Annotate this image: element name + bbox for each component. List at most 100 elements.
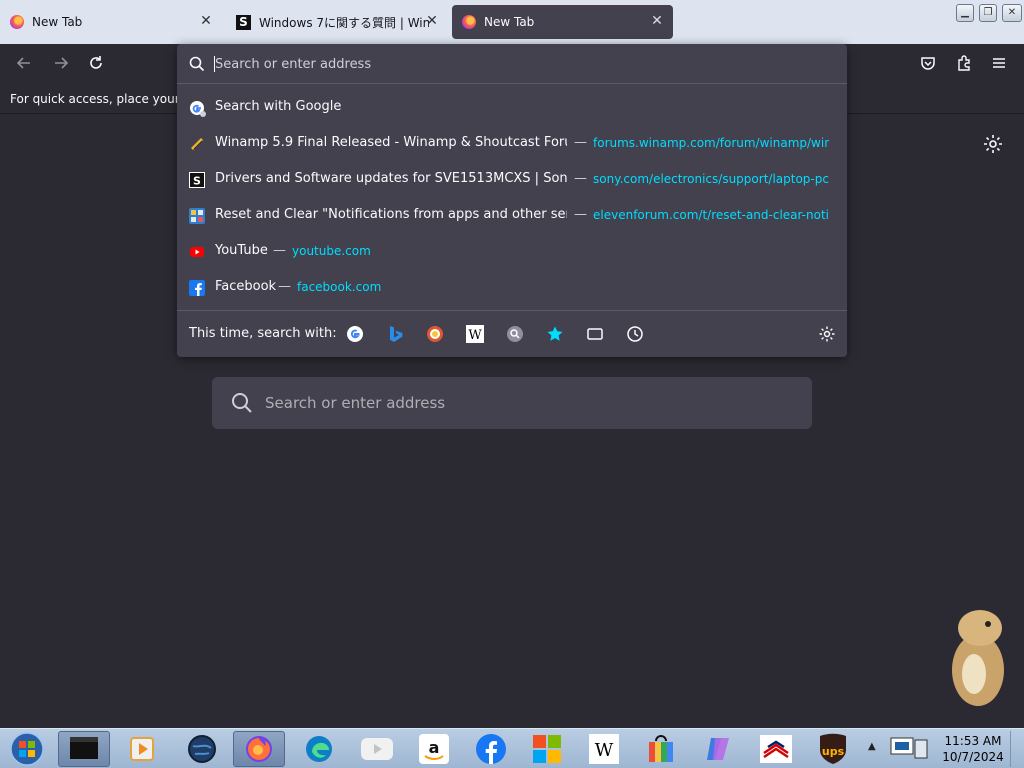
one-off-search-bar: This time, search with: W	[177, 310, 847, 357]
wikipedia-icon[interactable]: W	[466, 325, 484, 343]
result-url: sony.com/electronics/support/laptop-pc-s…	[593, 172, 829, 186]
page-search-placeholder: Search or enter address	[265, 394, 446, 412]
result-separator: —	[574, 171, 587, 186]
taskbar-terminal[interactable]	[58, 731, 110, 767]
taskbar-store[interactable]	[635, 731, 687, 767]
result-elevenforum[interactable]: Reset and Clear "Notifications from apps…	[177, 198, 847, 234]
page-search-box[interactable]: Search or enter address	[212, 377, 812, 429]
taskbar-youtube[interactable]	[351, 731, 403, 767]
result-title: Search with Google	[215, 99, 342, 114]
urlbar-popup: Search with Google Winamp 5.9 Final Rele…	[177, 44, 847, 357]
elevenforum-icon	[189, 208, 205, 224]
puzzle-icon	[958, 55, 970, 71]
show-desktop-button[interactable]	[1010, 731, 1022, 767]
tab-title: New Tab	[32, 15, 83, 29]
taskbar-facebook[interactable]	[465, 731, 517, 767]
reload-button[interactable]	[85, 54, 107, 76]
taskbar-wikipedia[interactable]: W	[578, 731, 630, 767]
youtube-icon	[189, 244, 205, 260]
result-separator: —	[574, 135, 587, 150]
urlbar-input-row	[177, 44, 847, 84]
gear-icon	[984, 135, 1002, 153]
tab-close-button[interactable]: ✕	[198, 13, 214, 29]
firefox-icon	[10, 15, 24, 29]
result-sony-drivers[interactable]: S Drivers and Software updates for SVE15…	[177, 162, 847, 198]
bookmarks-star-icon[interactable]	[546, 325, 564, 343]
back-button[interactable]	[13, 54, 35, 76]
start-button[interactable]	[2, 731, 52, 767]
result-title: YouTube	[215, 243, 268, 258]
winamp-icon	[189, 136, 205, 152]
tabs-icon[interactable]	[586, 325, 604, 343]
tab-close-button[interactable]: ✕	[649, 13, 665, 29]
taskbar: a W ups ▲ 11:53 AM 10/7/2024	[0, 728, 1024, 768]
microsoft-icon	[533, 735, 561, 763]
tab-title: Windows 7に関する質問 | Wins	[259, 15, 429, 30]
firefox-icon	[462, 15, 476, 29]
youtube-icon	[361, 738, 393, 760]
taskbar-clock[interactable]: 11:53 AM 10/7/2024	[940, 733, 1006, 765]
edge-icon	[306, 736, 332, 762]
tab-new-tab-active[interactable]: New Tab ✕	[452, 5, 673, 39]
svg-text:ups: ups	[822, 745, 845, 758]
svg-text:W: W	[595, 740, 614, 761]
wikipedia-icon: W	[589, 734, 619, 764]
result-title: Drivers and Software updates for SVE1513…	[215, 171, 567, 186]
result-facebook[interactable]: Facebook — facebook.com	[177, 270, 847, 306]
result-search-with-google[interactable]: Search with Google	[177, 90, 847, 126]
taskbar-ups[interactable]: ups	[807, 731, 859, 767]
pocket-button[interactable]	[917, 54, 939, 76]
taskbar-bank[interactable]	[750, 731, 802, 767]
tray-network[interactable]	[884, 731, 934, 767]
search-settings-gear-icon[interactable]	[818, 325, 836, 343]
history-icon[interactable]	[626, 325, 644, 343]
svg-text:W: W	[468, 328, 482, 343]
close-window-button[interactable]: ✕	[1002, 4, 1022, 22]
facebook-icon	[476, 734, 506, 764]
extensions-button[interactable]	[953, 54, 975, 76]
copilot-icon	[707, 738, 729, 760]
google-icon[interactable]	[346, 325, 364, 343]
bing-icon[interactable]	[386, 325, 404, 343]
taskbar-firefox[interactable]	[233, 731, 285, 767]
forward-arrow-icon	[55, 57, 69, 69]
tab-close-button[interactable]: ✕	[424, 13, 440, 29]
result-separator: —	[273, 243, 286, 258]
result-youtube[interactable]: YouTube — youtube.com	[177, 234, 847, 270]
personalize-settings-button[interactable]	[982, 133, 1004, 155]
pocket-icon	[921, 57, 935, 70]
tab-windows7-question[interactable]: S Windows 7に関する質問 | Wins ✕	[226, 5, 448, 39]
search-engine-icon[interactable]	[506, 325, 524, 343]
s-site-icon: S	[236, 14, 251, 30]
forward-button[interactable]	[50, 54, 72, 76]
taskbar-edge[interactable]	[293, 731, 345, 767]
ups-icon: ups	[820, 733, 846, 764]
duckduckgo-icon[interactable]	[426, 325, 444, 343]
media-player-icon	[130, 737, 154, 761]
result-winamp[interactable]: Winamp 5.9 Final Released - Winamp & Sho…	[177, 126, 847, 162]
restore-button[interactable]: ❐	[979, 4, 997, 22]
desktop-mascot-image	[944, 604, 1008, 708]
taskbar-copilot[interactable]	[692, 731, 744, 767]
minimize-button[interactable]: ▁	[956, 4, 974, 22]
facebook-icon	[189, 280, 205, 296]
address-input[interactable]	[215, 54, 815, 74]
taskbar-media-player[interactable]	[116, 731, 168, 767]
store-icon	[649, 735, 673, 762]
taskbar-microsoft[interactable]	[521, 731, 573, 767]
amazon-icon: a	[419, 734, 449, 764]
result-title: Winamp 5.9 Final Released - Winamp & Sho…	[215, 135, 567, 150]
hamburger-menu-icon	[993, 58, 1005, 68]
search-icon	[189, 56, 205, 76]
app-menu-button[interactable]	[988, 54, 1010, 76]
result-url: forums.winamp.com/forum/winamp/winam	[593, 136, 829, 150]
show-hidden-icons-button[interactable]: ▲	[868, 741, 876, 752]
windows-orb-icon	[10, 732, 44, 766]
taskbar-amazon[interactable]: a	[408, 731, 460, 767]
tab-new-tab-1[interactable]: New Tab ✕	[0, 5, 222, 39]
result-separator: —	[278, 279, 291, 294]
taskbar-globe[interactable]	[176, 731, 228, 767]
tab-title: New Tab	[484, 15, 535, 29]
result-separator: —	[574, 207, 587, 222]
svg-text:a: a	[429, 738, 440, 757]
